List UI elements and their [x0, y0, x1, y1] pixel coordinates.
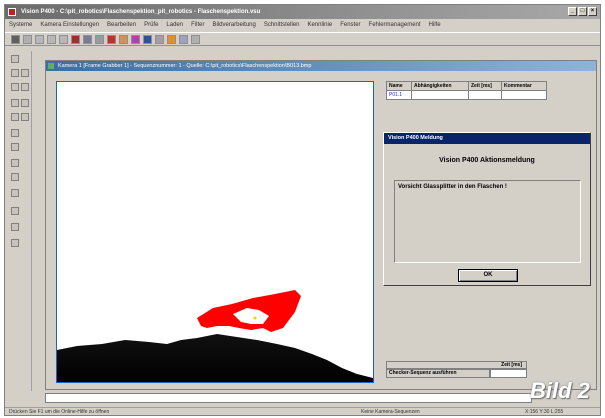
status-bar: Drücken Sie F1 um die Online-Hilfe zu öf…: [5, 407, 600, 417]
frame-icon[interactable]: [155, 34, 164, 44]
menu-kennlinie[interactable]: Kennlinie: [308, 20, 333, 30]
results-table: Name Abhängigkeiten Zeit [ms] Kommentar …: [386, 81, 547, 100]
blob-tool-icon[interactable]: [11, 113, 19, 121]
dialog-heading: Vision P400 Aktionsmeldung: [439, 157, 535, 164]
grid-icon[interactable]: [95, 34, 104, 44]
status-help-text: Drücken Sie F1 um die Online-Hilfe zu öf…: [9, 409, 110, 415]
run-sequence-label[interactable]: Checker-Sequenz ausführen: [386, 369, 490, 378]
shard-marker: [253, 316, 257, 320]
zoom-tool-icon[interactable]: [11, 239, 19, 247]
help-icon[interactable]: [191, 34, 200, 44]
bottle-image: [57, 290, 373, 382]
cell-name[interactable]: P01.1: [386, 90, 412, 100]
menu-fehlermanagement[interactable]: Fehlermanagement: [369, 20, 421, 30]
title-bar: Vision P400 - C:\pit_robotics\Flaschensp…: [5, 5, 600, 19]
cell-zeit: [468, 90, 502, 100]
menu-hilfe[interactable]: Hilfe: [429, 20, 441, 30]
app-icon: [8, 8, 16, 16]
cell-kommentar: [501, 90, 547, 100]
menu-bearbeiten[interactable]: Bearbeiten: [107, 20, 136, 30]
measure-tool-icon[interactable]: [11, 99, 19, 107]
target-tool-icon[interactable]: [11, 207, 19, 215]
toolbar: [5, 32, 600, 46]
dialog-message-box: Vorsicht Glassplitter in den Flaschen !: [394, 180, 581, 263]
menu-filter[interactable]: Filter: [191, 20, 204, 30]
undo-icon[interactable]: [59, 34, 68, 44]
threshold-tool-icon[interactable]: [11, 129, 19, 137]
palette-icon[interactable]: [131, 34, 140, 44]
polygon-tool-icon[interactable]: [21, 83, 29, 91]
window-title: Vision P400 - C:\pit_robotics\Flaschensp…: [21, 9, 261, 15]
rect-tool-icon[interactable]: [21, 69, 29, 77]
menu-bildverarbeitung[interactable]: Bildverarbeitung: [212, 20, 255, 30]
zoom-icon[interactable]: [119, 34, 128, 44]
cell-abhaengigkeiten: [411, 90, 469, 100]
circle-tool-icon[interactable]: [11, 83, 19, 91]
record-icon[interactable]: [71, 34, 80, 44]
light-icon[interactable]: [167, 34, 176, 44]
menu-kamera-einstellungen[interactable]: Kamera Einstellungen: [40, 20, 99, 30]
filter-tool-icon[interactable]: [11, 143, 19, 151]
list-tool-icon[interactable]: [11, 189, 19, 197]
pointer-tool-icon[interactable]: [11, 34, 20, 44]
histogram-tool-icon[interactable]: [11, 159, 19, 167]
maximize-button[interactable]: □: [578, 7, 587, 16]
window-controls: _ □ ×: [568, 7, 597, 16]
message-dialog: Vision P400 Meldung Vision P400 Aktionsm…: [383, 132, 591, 286]
draw-icon[interactable]: [107, 34, 116, 44]
menu-pruefe[interactable]: Prüfe: [144, 20, 158, 30]
menu-fenster[interactable]: Fenster: [340, 20, 360, 30]
cut-icon[interactable]: [23, 34, 32, 44]
results-header-row: Name Abhängigkeiten Zeit [ms] Kommentar: [386, 81, 547, 91]
sequence-time-value: [490, 369, 527, 378]
camera-window: Kamera 1 [Frame Grabber 1] - Sequenznumm…: [45, 60, 597, 390]
status-sequence-text: Keine Kamera-Sequenzen: [361, 409, 420, 415]
ok-button[interactable]: OK: [458, 269, 518, 282]
tool-palette: [7, 51, 32, 391]
camera-image-view[interactable]: [56, 81, 374, 383]
menu-schnittstellen[interactable]: Schnittstellen: [264, 20, 300, 30]
edge-tool-icon[interactable]: [21, 99, 29, 107]
paste-icon[interactable]: [47, 34, 56, 44]
pattern-tool-icon[interactable]: [21, 113, 29, 121]
col-name[interactable]: Name: [386, 81, 412, 91]
line-tool-icon[interactable]: [11, 69, 19, 77]
color-tool-icon[interactable]: [11, 223, 19, 231]
menu-systeme[interactable]: Systeme: [9, 20, 32, 30]
camera-icon: [48, 63, 54, 69]
camera-window-title: Kamera 1 [Frame Grabber 1] - Sequenznumm…: [46, 61, 596, 71]
col-kommentar[interactable]: Kommentar: [501, 81, 547, 91]
close-button[interactable]: ×: [588, 7, 597, 16]
dialog-title: Vision P400 Meldung: [384, 133, 590, 144]
menu-laden[interactable]: Laden: [166, 20, 183, 30]
dialog-message: Vorsicht Glassplitter in den Flaschen !: [398, 184, 507, 190]
copy-icon[interactable]: [35, 34, 44, 44]
camera-icon[interactable]: [83, 34, 92, 44]
progress-bar: [45, 393, 532, 403]
figure-caption: Bild 2: [530, 378, 590, 403]
shard-shadow-shape: [57, 334, 373, 382]
status-coordinates: X:156 Y:30 L:255: [525, 409, 564, 415]
col-abhaengigkeiten[interactable]: Abhängigkeiten: [411, 81, 469, 91]
settings-icon[interactable]: [179, 34, 188, 44]
sequence-time-header: Zeit [ms]: [386, 361, 527, 369]
minimize-button[interactable]: _: [568, 7, 577, 16]
camera-window-title-text: Kamera 1 [Frame Grabber 1] - Sequenznumm…: [58, 63, 312, 69]
col-zeit[interactable]: Zeit [ms]: [468, 81, 502, 91]
main-window: Vision P400 - C:\pit_robotics\Flaschensp…: [4, 4, 601, 416]
checkbox-tool-icon[interactable]: [11, 173, 19, 181]
select-tool-icon[interactable]: [11, 55, 19, 63]
table-row[interactable]: P01.1: [386, 90, 547, 100]
run-sequence-icon[interactable]: [143, 34, 152, 44]
menu-bar: Systeme Kamera Einstellungen Bearbeiten …: [5, 20, 600, 30]
